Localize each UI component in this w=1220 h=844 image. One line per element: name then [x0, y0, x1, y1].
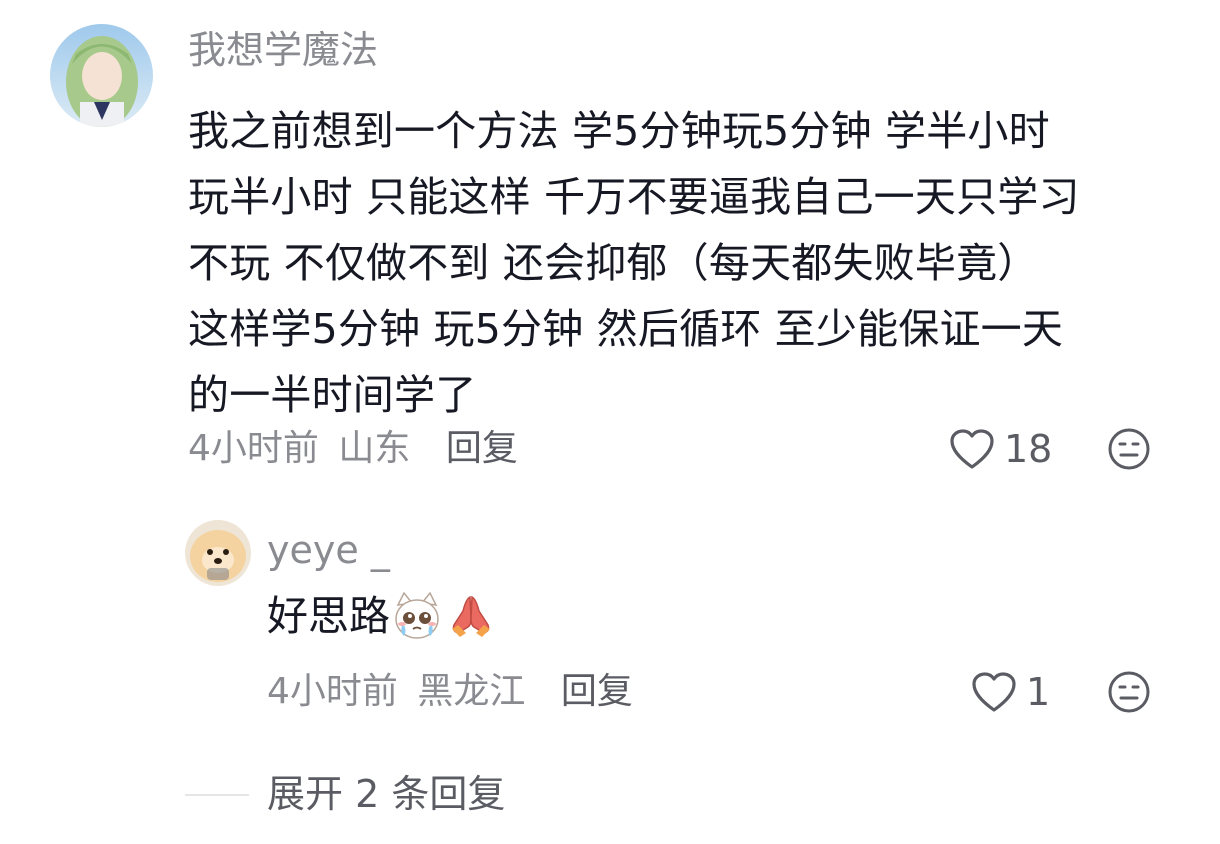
comment-line: 不玩 不仅做不到 还会抑郁（每天都失败毕竟） — [188, 239, 1039, 287]
reply-avatar[interactable] — [185, 520, 251, 586]
dislike-face-icon — [1108, 428, 1150, 470]
avatar-image — [50, 24, 153, 127]
reply-reply-button[interactable]: 回复 — [561, 671, 633, 712]
crying-cat-emoji — [395, 591, 439, 639]
comment-like-count: 18 — [1004, 427, 1053, 471]
comment-like-button[interactable]: 18 — [948, 425, 1052, 473]
avatar[interactable] — [50, 24, 153, 127]
reply-text: 好思路 — [267, 592, 390, 640]
reply-like-button[interactable]: 1 — [970, 668, 1050, 716]
expand-replies-button[interactable]: 展开 2 条回复 — [267, 770, 505, 818]
reply-time: 4小时前 — [267, 671, 398, 712]
avatar-image — [185, 520, 251, 586]
heart-icon — [972, 672, 1016, 712]
reply-dislike-button[interactable] — [1106, 669, 1152, 715]
heart-icon — [950, 429, 994, 469]
comment-username[interactable]: 我想学魔法 — [188, 28, 378, 72]
reply-content: 好思路 — [267, 586, 496, 646]
reply-username[interactable]: yeye _ — [267, 528, 390, 572]
comment-line: 的一半时间学了 — [188, 371, 477, 419]
expand-divider — [185, 794, 249, 796]
comment-line: 这样学5分钟 玩5分钟 然后循环 至少能保证一天 — [188, 305, 1064, 353]
comment-line: 我之前想到一个方法 学5分钟玩5分钟 学半小时 — [188, 107, 1050, 155]
comment-content: 我之前想到一个方法 学5分钟玩5分钟 学半小时 玩半小时 只能这样 千万不要逼我… — [188, 98, 1080, 428]
comment-line: 玩半小时 只能这样 千万不要逼我自己一天只学习 — [188, 173, 1080, 221]
reply-location: 黑龙江 — [417, 671, 526, 712]
reply-meta: 4小时前 黑龙江 回复 — [267, 668, 633, 716]
comment-reply-button[interactable]: 回复 — [446, 428, 518, 469]
comment-time: 4小时前 — [188, 428, 319, 469]
comment-meta: 4小时前 山东 回复 — [188, 425, 518, 473]
dislike-face-icon — [1108, 671, 1150, 713]
comment-dislike-button[interactable] — [1106, 426, 1152, 472]
praying-hands-emoji — [452, 595, 490, 637]
reply-like-count: 1 — [1026, 670, 1051, 714]
comment-location: 山东 — [338, 428, 411, 469]
